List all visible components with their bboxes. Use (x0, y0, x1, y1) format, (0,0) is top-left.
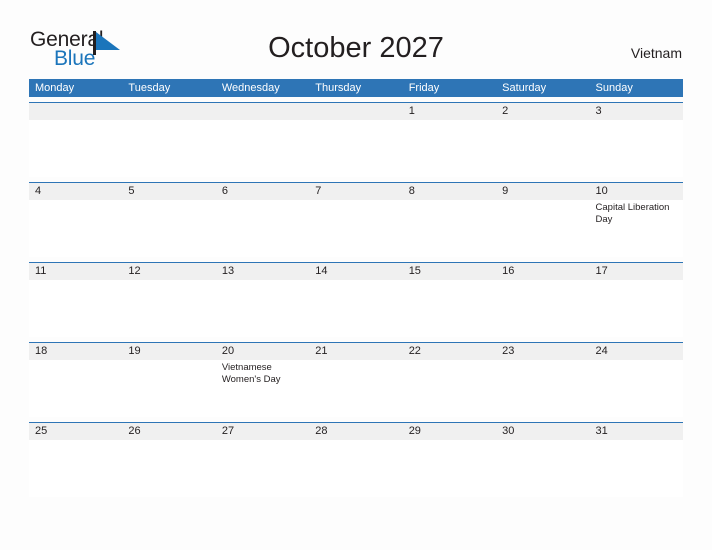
day-number[interactable]: 12 (122, 263, 215, 280)
week-row: 11 12 13 14 15 16 17 (29, 262, 683, 337)
day-number[interactable]: 22 (403, 343, 496, 360)
week-events (29, 280, 683, 337)
day-number[interactable]: 13 (216, 263, 309, 280)
day-event[interactable] (122, 360, 215, 417)
page-title: October 2027 (268, 32, 444, 64)
day-event[interactable] (29, 200, 122, 257)
day-event[interactable] (29, 440, 122, 497)
week-row: 1 2 3 (29, 102, 683, 177)
day-number[interactable] (309, 103, 402, 120)
day-number[interactable] (216, 103, 309, 120)
day-number[interactable]: 26 (122, 423, 215, 440)
day-event[interactable] (216, 120, 309, 177)
day-event[interactable] (403, 200, 496, 257)
day-event-holiday[interactable]: Capital Liberation Day (590, 200, 683, 257)
week-datebar: 4 5 6 7 8 9 10 (29, 183, 683, 200)
day-number[interactable]: 18 (29, 343, 122, 360)
day-event[interactable] (216, 280, 309, 337)
day-number[interactable]: 31 (590, 423, 683, 440)
day-number[interactable]: 8 (403, 183, 496, 200)
day-event[interactable] (309, 120, 402, 177)
day-event[interactable] (122, 280, 215, 337)
day-event[interactable] (590, 120, 683, 177)
day-number[interactable]: 10 (590, 183, 683, 200)
day-event[interactable] (590, 280, 683, 337)
day-event[interactable] (403, 280, 496, 337)
week-row: 4 5 6 7 8 9 10 Capital Liberation Day (29, 182, 683, 257)
day-number[interactable]: 7 (309, 183, 402, 200)
day-event[interactable] (309, 440, 402, 497)
day-event[interactable] (122, 120, 215, 177)
day-event[interactable] (29, 280, 122, 337)
day-event[interactable] (29, 120, 122, 177)
day-event[interactable] (403, 440, 496, 497)
day-number[interactable]: 6 (216, 183, 309, 200)
day-event[interactable] (309, 280, 402, 337)
day-number[interactable]: 4 (29, 183, 122, 200)
weekday-wednesday: Wednesday (221, 82, 280, 94)
day-event[interactable] (29, 360, 122, 417)
day-number[interactable]: 25 (29, 423, 122, 440)
week-events: Capital Liberation Day (29, 200, 683, 257)
day-number[interactable]: 17 (590, 263, 683, 280)
day-event-holiday[interactable]: Vietnamese Women's Day (216, 360, 309, 417)
day-event[interactable] (309, 200, 402, 257)
day-number[interactable] (29, 103, 122, 120)
calendar-grid: Monday Tuesday Wednesday Thursday Friday… (29, 79, 683, 497)
day-event[interactable] (496, 440, 589, 497)
day-number[interactable]: 24 (590, 343, 683, 360)
week-datebar: 18 19 20 21 22 23 24 (29, 343, 683, 360)
weekday-sunday: Sunday (595, 82, 633, 94)
day-number[interactable]: 3 (590, 103, 683, 120)
weekday-tuesday: Tuesday (128, 82, 171, 94)
day-event[interactable] (309, 360, 402, 417)
day-event[interactable] (122, 440, 215, 497)
week-row: 25 26 27 28 29 30 31 (29, 422, 683, 497)
day-number[interactable]: 1 (403, 103, 496, 120)
week-datebar: 1 2 3 (29, 103, 683, 120)
calendar-page: General Blue October 2027 Vietnam Monday… (0, 0, 712, 550)
day-number[interactable]: 14 (309, 263, 402, 280)
day-number[interactable]: 28 (309, 423, 402, 440)
page-header: General Blue October 2027 Vietnam (0, 0, 712, 76)
day-event[interactable] (403, 120, 496, 177)
day-event[interactable] (496, 200, 589, 257)
day-event[interactable] (590, 360, 683, 417)
day-number[interactable] (122, 103, 215, 120)
day-number[interactable]: 19 (122, 343, 215, 360)
day-event[interactable] (590, 440, 683, 497)
day-number[interactable]: 30 (496, 423, 589, 440)
day-event[interactable] (122, 200, 215, 257)
day-number[interactable]: 15 (403, 263, 496, 280)
day-number[interactable]: 9 (496, 183, 589, 200)
day-event[interactable] (496, 120, 589, 177)
week-events: Vietnamese Women's Day (29, 360, 683, 417)
day-event[interactable] (216, 200, 309, 257)
week-datebar: 25 26 27 28 29 30 31 (29, 423, 683, 440)
day-event[interactable] (403, 360, 496, 417)
day-number[interactable]: 21 (309, 343, 402, 360)
week-row: 18 19 20 21 22 23 24 Vietnamese Women's … (29, 342, 683, 417)
day-number[interactable]: 2 (496, 103, 589, 120)
day-number[interactable]: 27 (216, 423, 309, 440)
day-event[interactable] (496, 360, 589, 417)
weekday-monday: Monday (35, 82, 75, 94)
day-number[interactable]: 20 (216, 343, 309, 360)
week-datebar: 11 12 13 14 15 16 17 (29, 263, 683, 280)
weekday-saturday: Saturday (502, 82, 547, 94)
day-number[interactable]: 5 (122, 183, 215, 200)
day-number[interactable]: 16 (496, 263, 589, 280)
region-label: Vietnam (630, 45, 682, 61)
day-number[interactable]: 11 (29, 263, 122, 280)
week-events (29, 440, 683, 497)
day-number[interactable]: 29 (403, 423, 496, 440)
day-event[interactable] (496, 280, 589, 337)
day-number[interactable]: 23 (496, 343, 589, 360)
weekday-friday: Friday (408, 82, 440, 94)
day-event[interactable] (216, 440, 309, 497)
weekday-thursday: Thursday (315, 82, 362, 94)
week-events (29, 120, 683, 177)
weekday-header-row: Monday Tuesday Wednesday Thursday Friday… (29, 79, 683, 97)
